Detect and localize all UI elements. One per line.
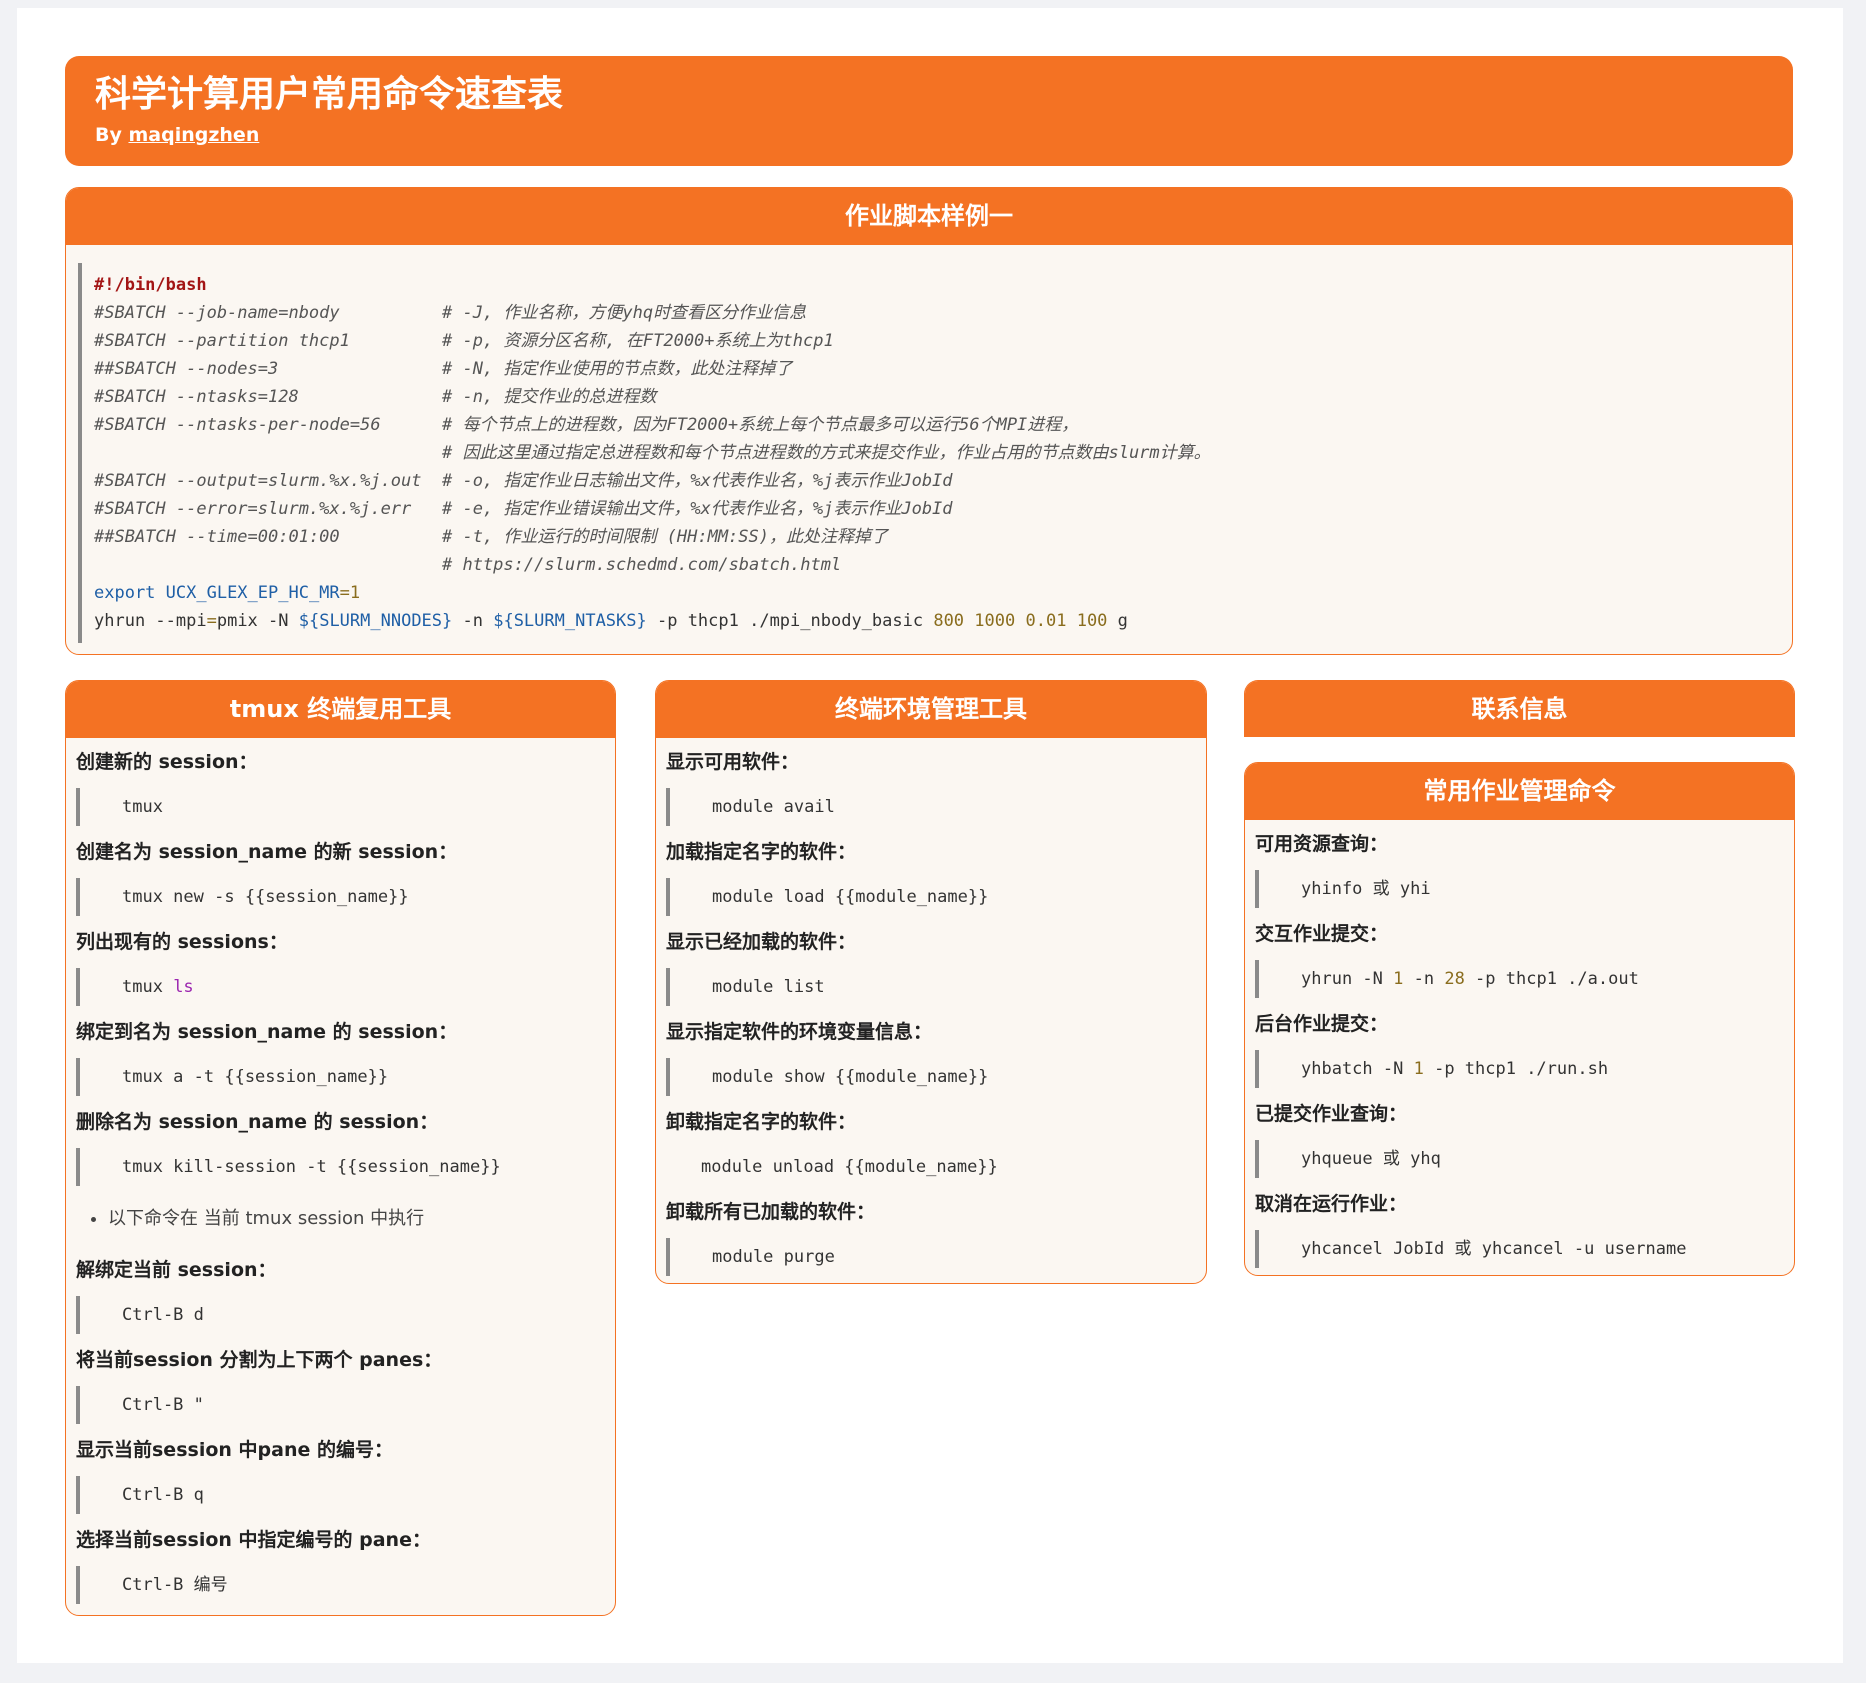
byline-prefix: By [95, 124, 129, 146]
script-line: # https://slurm.schedmd.com/sbatch.html [442, 555, 842, 575]
tmux-label: 列出现有的 sessions： [76, 931, 288, 953]
tmux-command: tmux ls [76, 968, 605, 1006]
tmux-label: 删除名为 session_name 的 session： [76, 1111, 439, 1133]
tmux-label: 创建新的 session： [76, 751, 258, 773]
tmux-label: 显示当前session 中pane 的编号： [76, 1439, 393, 1461]
module-label: 卸载所有已加载的软件： [666, 1201, 876, 1223]
job-commands-card: 常用作业管理命令 可用资源查询： yhinfo 或 yhi 交互作业提交： yh… [1244, 762, 1795, 1276]
module-label: 显示可用软件： [666, 751, 800, 773]
module-command: module load {{module_name}} [666, 878, 1196, 916]
module-command: module purge [666, 1238, 1196, 1276]
tmux-note: 以下命令在 当前 tmux session 中执行 [108, 1206, 605, 1232]
module-command: module avail [666, 788, 1196, 826]
script-line: #SBATCH --error=slurm.%x.%j.err # -e, 指定… [94, 499, 953, 519]
author-link[interactable]: maqingzhen [128, 124, 259, 146]
job-command: yhqueue 或 yhq [1255, 1140, 1784, 1178]
job-label: 后台作业提交： [1255, 1013, 1389, 1035]
module-command: module show {{module_name}} [666, 1058, 1196, 1096]
run-line: yhrun --mpi=pmix -N ${SLURM_NNODES} -n $… [94, 611, 1128, 631]
script-line: #SBATCH --partition thcp1 # -p, 资源分区名称, … [94, 331, 834, 351]
job-script-code: #!/bin/bash #SBATCH --job-name=nbody # -… [78, 263, 1780, 643]
byline: By maqingzhen [95, 124, 1763, 146]
tmux-command: tmux kill-session -t {{session_name}} [76, 1148, 605, 1186]
job-label: 交互作业提交： [1255, 923, 1389, 945]
tmux-command: Ctrl-B 编号 [76, 1566, 605, 1604]
tmux-note-list: 以下命令在 当前 tmux session 中执行 [76, 1206, 605, 1232]
job-command: yhinfo 或 yhi [1255, 870, 1784, 908]
tmux-label: 创建名为 session_name 的新 session： [76, 841, 458, 863]
module-command: module list [666, 968, 1196, 1006]
tmux-command: tmux new -s {{session_name}} [76, 878, 605, 916]
job-script-title: 作业脚本样例一 [66, 188, 1792, 245]
export-line: export UCX_GLEX_EP_HC_MR=1 [94, 583, 361, 603]
tmux-command: tmux [76, 788, 605, 826]
job-commands-title: 常用作业管理命令 [1245, 763, 1794, 820]
module-title: 终端环境管理工具 [656, 681, 1206, 738]
tmux-label: 绑定到名为 session_name 的 session： [76, 1021, 458, 1043]
page-title: 科学计算用户常用命令速查表 [95, 74, 564, 115]
tmux-command: tmux a -t {{session_name}} [76, 1058, 605, 1096]
tmux-label: 选择当前session 中指定编号的 pane： [76, 1529, 431, 1551]
job-label: 取消在运行作业： [1255, 1193, 1408, 1215]
module-label: 加载指定名字的软件： [666, 841, 857, 863]
tmux-command: Ctrl-B d [76, 1296, 605, 1334]
job-label: 可用资源查询： [1255, 833, 1389, 855]
tmux-title: tmux 终端复用工具 [66, 681, 615, 738]
contact-title: 联系信息 [1245, 681, 1794, 737]
job-script-card: 作业脚本样例一 #!/bin/bash #SBATCH --job-name=n… [65, 187, 1793, 655]
script-line: #SBATCH --ntasks=128 # -n, 提交作业的总进程数 [94, 387, 657, 407]
job-command: yhbatch -N 1 -p thcp1 ./run.sh [1255, 1050, 1784, 1088]
tmux-command: Ctrl-B q [76, 1476, 605, 1514]
tmux-command: Ctrl-B " [76, 1386, 605, 1424]
script-line: ##SBATCH --nodes=3 # -N, 指定作业使用的节点数，此处注释… [94, 359, 793, 379]
script-line: ##SBATCH --time=00:01:00 # -t, 作业运行的时间限制… [94, 527, 888, 547]
job-command: yhrun -N 1 -n 28 -p thcp1 ./a.out [1255, 960, 1784, 998]
tmux-label: 将当前session 分割为上下两个 panes： [76, 1349, 443, 1371]
page-header: 科学计算用户常用命令速查表 By maqingzhen [65, 56, 1793, 166]
module-label: 显示指定软件的环境变量信息： [666, 1021, 933, 1043]
module-label: 卸载指定名字的软件： [666, 1111, 857, 1133]
script-line: #SBATCH --ntasks-per-node=56 # 每个节点上的进程数… [94, 415, 1079, 435]
tmux-card: tmux 终端复用工具 创建新的 session： tmux 创建名为 sess… [65, 680, 616, 1616]
script-line: # 因此这里通过指定总进程数和每个节点进程数的方式来提交作业，作业占用的节点数由… [442, 443, 1211, 463]
shebang: #!/bin/bash [94, 275, 207, 295]
module-command: module unload {{module_name}} [701, 1157, 998, 1177]
module-card: 终端环境管理工具 显示可用软件： module avail 加载指定名字的软件：… [655, 680, 1207, 1284]
contact-card: 联系信息 [1244, 680, 1795, 737]
job-label: 已提交作业查询： [1255, 1103, 1408, 1125]
job-command: yhcancel JobId 或 yhcancel -u username [1255, 1230, 1784, 1268]
script-line: #SBATCH --job-name=nbody # -J, 作业名称，方便yh… [94, 303, 807, 323]
tmux-label: 解绑定当前 session： [76, 1259, 277, 1281]
script-line: #SBATCH --output=slurm.%x.%j.out # -o, 指… [94, 471, 953, 491]
module-label: 显示已经加载的软件： [666, 931, 857, 953]
